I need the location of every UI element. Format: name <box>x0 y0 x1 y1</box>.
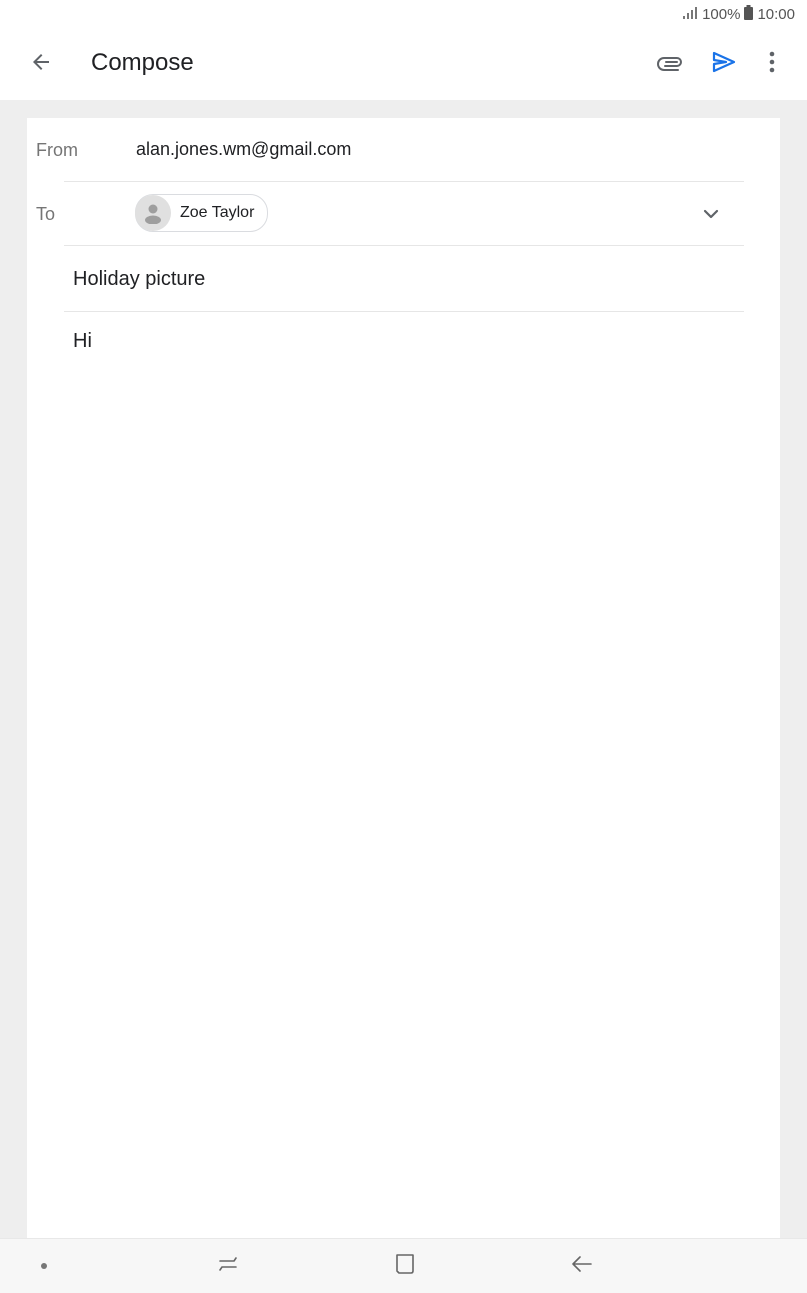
more-options-button[interactable] <box>752 44 792 84</box>
arrow-back-icon <box>29 50 53 79</box>
message-body[interactable]: Hi <box>73 330 92 353</box>
subject-field[interactable]: Holiday picture <box>73 268 205 291</box>
recents-button[interactable] <box>215 1253 241 1279</box>
chevron-down-icon <box>699 209 723 230</box>
to-label: To <box>36 204 56 224</box>
more-vertical-icon <box>769 51 775 78</box>
back-icon <box>569 1251 595 1282</box>
expand-recipients-button[interactable] <box>699 202 723 226</box>
compose-sheet: From alan.jones.wm@gmail.com To Zoe Tayl… <box>27 118 780 1238</box>
person-avatar-icon <box>135 195 171 231</box>
signal-bars-icon <box>682 6 698 24</box>
paperclip-icon <box>656 48 684 81</box>
from-account[interactable]: alan.jones.wm@gmail.com <box>136 139 351 160</box>
send-button[interactable] <box>704 44 744 84</box>
home-button[interactable] <box>392 1253 418 1279</box>
page-title: Compose <box>91 49 194 76</box>
app-bar: Compose <box>0 28 807 100</box>
battery-full-icon <box>744 5 754 24</box>
clock: 10:00 <box>757 6 795 23</box>
back-button[interactable] <box>21 44 61 84</box>
attach-button[interactable] <box>650 44 690 84</box>
recipient-name: Zoe Taylor <box>180 204 255 221</box>
home-icon <box>392 1251 418 1282</box>
from-label: From <box>36 140 78 160</box>
send-icon <box>711 49 737 80</box>
system-nav-bar <box>0 1238 807 1293</box>
status-indicators: 100% 10:00 <box>682 5 795 24</box>
recipient-chip[interactable]: Zoe Taylor <box>135 194 269 232</box>
recents-icon <box>215 1251 241 1282</box>
battery-percentage: 100% <box>702 6 741 23</box>
nav-back-button[interactable] <box>569 1253 595 1279</box>
dot-indicator-icon <box>31 1253 57 1279</box>
status-bar: 100% 10:00 <box>0 0 807 28</box>
